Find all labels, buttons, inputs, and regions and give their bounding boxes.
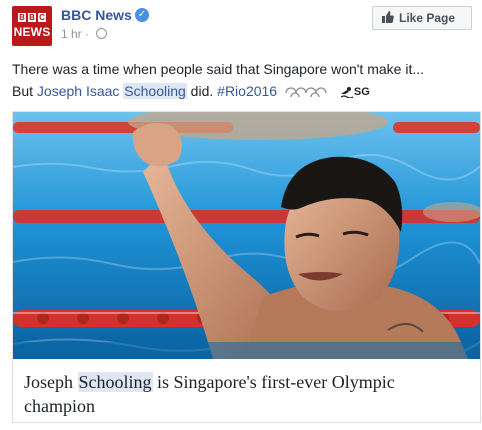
- card-title-prefix: Joseph: [24, 372, 78, 392]
- hashtag-link[interactable]: #Rio2016: [217, 83, 277, 99]
- bbc-logo-blocks: B B C: [18, 13, 46, 22]
- mention-link[interactable]: Joseph Isaac Schooling: [37, 83, 187, 99]
- post-text: There was a time when people said that S…: [12, 58, 424, 103]
- bbc-news-avatar[interactable]: B B C NEWS: [12, 6, 52, 46]
- separator: ·: [85, 27, 93, 41]
- link-card[interactable]: Joseph Schooling is Singapore's first-ev…: [12, 111, 481, 423]
- verified-badge-icon: ✓: [135, 8, 149, 22]
- mention-highlight: Schooling: [123, 83, 187, 99]
- mention-first: Joseph Isaac: [36, 83, 124, 99]
- post-time[interactable]: 1 hr: [61, 27, 82, 41]
- card-title-highlight: Schooling: [77, 372, 153, 392]
- card-title-rest: is Singapore's first-ever Olympic: [152, 372, 395, 392]
- card-title-line-2: champion: [24, 396, 95, 416]
- post-text-line-1: There was a time when people said that S…: [12, 61, 425, 77]
- globe-icon[interactable]: [96, 28, 108, 39]
- page-name-link[interactable]: BBC News: [61, 7, 132, 23]
- olympic-rings-emoji: [284, 84, 334, 98]
- like-page-label: Like Page: [399, 11, 456, 25]
- olympic-rings-icon: [285, 87, 327, 98]
- bbc-letter: B: [28, 13, 36, 22]
- sg-flag-text: SG: [353, 86, 370, 98]
- bbc-letter: C: [38, 13, 46, 22]
- avatar-news-text: NEWS: [13, 25, 51, 39]
- text-prefix: But: [12, 83, 37, 99]
- like-page-button[interactable]: Like Page: [372, 6, 472, 30]
- bbc-letter: B: [18, 13, 26, 22]
- post-meta: 1 hr ·: [61, 27, 108, 41]
- swimmer-sg-emoji: SG: [340, 81, 370, 103]
- text-mid: did.: [186, 83, 218, 99]
- card-title[interactable]: Joseph Schooling is Singapore's first-ev…: [24, 370, 464, 418]
- swimmer-icon: [340, 87, 353, 98]
- swimmer-photo[interactable]: [13, 112, 480, 359]
- post-text-line-2: But Joseph Isaac Schooling did. #Rio2016…: [12, 80, 424, 103]
- swimmer-photo-image: [13, 112, 480, 359]
- thumbs-up-icon: [382, 11, 394, 23]
- post-header: B B C NEWS BBC News ✓ 1 hr · Like Page: [12, 6, 472, 46]
